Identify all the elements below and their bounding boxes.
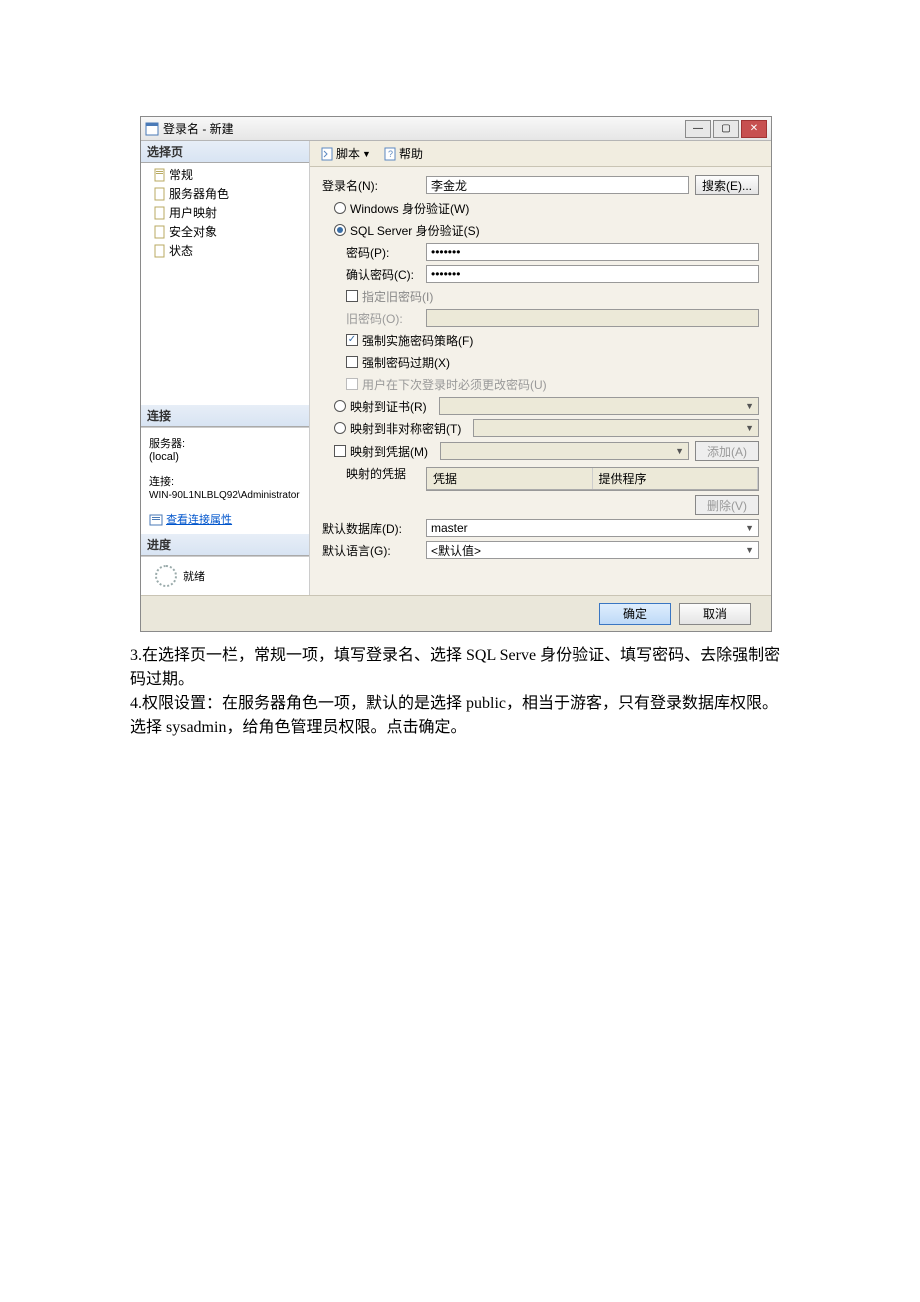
old-password-label: 旧密码(O): xyxy=(322,310,426,327)
map-cert-radio[interactable] xyxy=(334,400,346,412)
connection-label: 连接: xyxy=(149,476,174,488)
default-db-label: 默认数据库(D): xyxy=(322,520,426,537)
sidebar-item-status[interactable]: 状态 xyxy=(141,241,309,260)
page-icon xyxy=(153,225,167,239)
default-lang-select[interactable]: <默认值>▼ xyxy=(426,541,759,559)
connection-value: WIN-90L1NLBLQ92\Administrator xyxy=(149,490,300,501)
sidebar-item-label: 状态 xyxy=(169,242,193,259)
main-panel: 脚本 ▼ ? 帮助 登录名(N): 搜索(E)... Windows 身份验证(… xyxy=(309,141,771,595)
progress-state: 就绪 xyxy=(183,568,205,584)
must-change-label: 用户在下次登录时必须更改密码(U) xyxy=(362,376,547,393)
sidebar-item-label: 服务器角色 xyxy=(169,185,229,202)
grid-col-provider: 提供程序 xyxy=(593,468,759,489)
instruction-4: 4.权限设置：在服务器角色一项，默认的是选择 public，相当于游客，只有登录… xyxy=(130,692,790,740)
minimize-button[interactable]: — xyxy=(685,120,711,138)
sidebar-item-securables[interactable]: 安全对象 xyxy=(141,222,309,241)
map-cred-check[interactable] xyxy=(334,445,346,457)
page-icon xyxy=(153,244,167,258)
password-input[interactable] xyxy=(426,243,759,261)
confirm-password-label: 确认密码(C): xyxy=(322,266,426,283)
page-icon xyxy=(153,206,167,220)
dropdown-arrow-icon: ▼ xyxy=(362,149,371,159)
enforce-policy-label: 强制实施密码策略(F) xyxy=(362,332,473,349)
default-db-select[interactable]: master▼ xyxy=(426,519,759,537)
enforce-policy-check[interactable] xyxy=(346,334,358,346)
select-page-header: 选择页 xyxy=(141,141,309,163)
login-new-dialog: 登录名 - 新建 — ▢ ✕ 选择页 常规 服务器角色 用户映射 xyxy=(140,116,772,632)
default-lang-label: 默认语言(G): xyxy=(322,542,426,559)
properties-icon xyxy=(149,513,163,527)
map-cred-label: 映射到凭据(M) xyxy=(350,443,432,460)
titlebar[interactable]: 登录名 - 新建 — ▢ ✕ xyxy=(141,117,771,141)
toolbar: 脚本 ▼ ? 帮助 xyxy=(310,141,771,167)
instructions-text: 3.在选择页一栏，常规一项，填写登录名、选择 SQL Serve 身份验证、填写… xyxy=(130,644,790,740)
script-icon xyxy=(320,147,334,161)
script-button[interactable]: 脚本 ▼ xyxy=(316,144,375,163)
specify-old-password-check[interactable] xyxy=(346,290,358,302)
map-cert-label: 映射到证书(R) xyxy=(350,398,431,415)
map-asym-radio[interactable] xyxy=(334,422,346,434)
add-button: 添加(A) xyxy=(695,441,759,461)
sidebar-item-general[interactable]: 常规 xyxy=(141,165,309,184)
window-icon xyxy=(145,122,159,136)
instruction-3: 3.在选择页一栏，常规一项，填写登录名、选择 SQL Serve 身份验证、填写… xyxy=(130,644,790,692)
sidebar-item-label: 安全对象 xyxy=(169,223,217,240)
progress-header: 进度 xyxy=(141,534,309,556)
sidebar: 选择页 常规 服务器角色 用户映射 安全对象 xyxy=(141,141,309,595)
maximize-button[interactable]: ▢ xyxy=(713,120,739,138)
cancel-button[interactable]: 取消 xyxy=(679,603,751,625)
sql-auth-label: SQL Server 身份验证(S) xyxy=(350,222,480,239)
login-name-input[interactable] xyxy=(426,176,689,194)
login-name-label: 登录名(N): xyxy=(322,177,426,194)
server-value: (local) xyxy=(149,451,179,463)
close-button[interactable]: ✕ xyxy=(741,120,767,138)
enforce-expiration-check[interactable] xyxy=(346,356,358,368)
confirm-password-input[interactable] xyxy=(426,265,759,283)
connection-header: 连接 xyxy=(141,405,309,427)
sql-auth-radio[interactable] xyxy=(334,224,346,236)
cert-select: ▼ xyxy=(439,397,759,415)
progress-spinner-icon xyxy=(155,565,177,587)
grid-col-credential: 凭据 xyxy=(427,468,593,489)
old-password-input xyxy=(426,309,759,327)
sidebar-item-label: 常规 xyxy=(169,166,193,183)
dialog-footer: 确定 取消 xyxy=(141,595,771,631)
page-icon xyxy=(153,187,167,201)
page-icon xyxy=(153,168,167,182)
asym-select: ▼ xyxy=(473,419,759,437)
specify-old-password-label: 指定旧密码(I) xyxy=(362,288,433,305)
enforce-expiration-label: 强制密码过期(X) xyxy=(362,354,450,371)
windows-auth-radio[interactable] xyxy=(334,202,346,214)
credentials-grid[interactable]: 凭据 提供程序 xyxy=(426,467,759,491)
must-change-check xyxy=(346,378,358,390)
password-label: 密码(P): xyxy=(322,244,426,261)
search-button[interactable]: 搜索(E)... xyxy=(695,175,759,195)
sidebar-item-label: 用户映射 xyxy=(169,204,217,221)
cred-select: ▼ xyxy=(440,442,689,460)
ok-button[interactable]: 确定 xyxy=(599,603,671,625)
help-button[interactable]: ? 帮助 xyxy=(379,144,427,163)
window-title: 登录名 - 新建 xyxy=(163,120,685,137)
server-label: 服务器: xyxy=(149,438,185,450)
windows-auth-label: Windows 身份验证(W) xyxy=(350,200,469,217)
delete-button: 删除(V) xyxy=(695,495,759,515)
help-icon: ? xyxy=(383,147,397,161)
sidebar-item-user-mapping[interactable]: 用户映射 xyxy=(141,203,309,222)
sidebar-item-server-roles[interactable]: 服务器角色 xyxy=(141,184,309,203)
view-connection-properties-link[interactable]: 查看连接属性 xyxy=(166,514,232,526)
map-asym-label: 映射到非对称密钥(T) xyxy=(350,420,465,437)
mapped-creds-label: 映射的凭据 xyxy=(322,465,426,482)
svg-text:?: ? xyxy=(388,149,393,159)
